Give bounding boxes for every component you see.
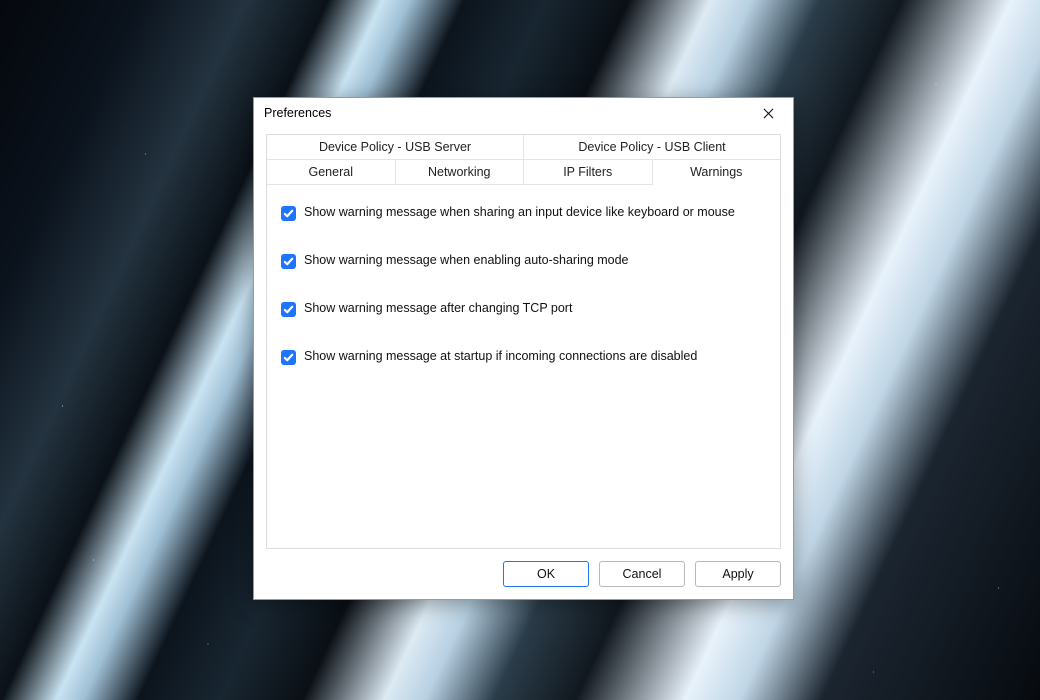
tab-ip-filters[interactable]: IP Filters [524, 160, 653, 185]
cancel-button[interactable]: Cancel [599, 561, 685, 587]
option-row: Show warning message when sharing an inp… [281, 205, 766, 221]
tab-networking[interactable]: Networking [396, 160, 525, 185]
checkbox-warn-input-device[interactable] [281, 206, 296, 221]
preferences-dialog: Preferences Device Policy - USB Server D… [253, 97, 794, 600]
tab-device-policy-usb-server[interactable]: Device Policy - USB Server [267, 135, 524, 160]
tab-strip: Device Policy - USB Server Device Policy… [266, 134, 781, 185]
tab-row-top: Device Policy - USB Server Device Policy… [267, 135, 780, 160]
option-label: Show warning message at startup if incom… [304, 349, 697, 363]
checkmark-icon [283, 304, 294, 315]
option-row: Show warning message after changing TCP … [281, 301, 766, 317]
option-row: Show warning message at startup if incom… [281, 349, 766, 365]
close-button[interactable] [749, 100, 787, 126]
tab-panel-warnings: Show warning message when sharing an inp… [266, 185, 781, 549]
tab-row-bottom: General Networking IP Filters Warnings [267, 160, 780, 185]
tab-warnings[interactable]: Warnings [653, 160, 781, 185]
dialog-body: Device Policy - USB Server Device Policy… [254, 128, 793, 599]
checkbox-warn-incoming-disabled[interactable] [281, 350, 296, 365]
checkbox-warn-tcp-port[interactable] [281, 302, 296, 317]
option-label: Show warning message when enabling auto-… [304, 253, 629, 267]
option-row: Show warning message when enabling auto-… [281, 253, 766, 269]
checkmark-icon [283, 208, 294, 219]
dialog-button-row: OK Cancel Apply [266, 549, 781, 587]
checkbox-warn-auto-sharing[interactable] [281, 254, 296, 269]
checkmark-icon [283, 256, 294, 267]
apply-button[interactable]: Apply [695, 561, 781, 587]
tab-device-policy-usb-client[interactable]: Device Policy - USB Client [524, 135, 780, 160]
option-label: Show warning message after changing TCP … [304, 301, 572, 315]
dialog-title: Preferences [264, 106, 749, 120]
option-label: Show warning message when sharing an inp… [304, 205, 735, 219]
tab-general[interactable]: General [267, 160, 396, 185]
checkmark-icon [283, 352, 294, 363]
ok-button[interactable]: OK [503, 561, 589, 587]
titlebar[interactable]: Preferences [254, 98, 793, 128]
close-icon [763, 108, 774, 119]
